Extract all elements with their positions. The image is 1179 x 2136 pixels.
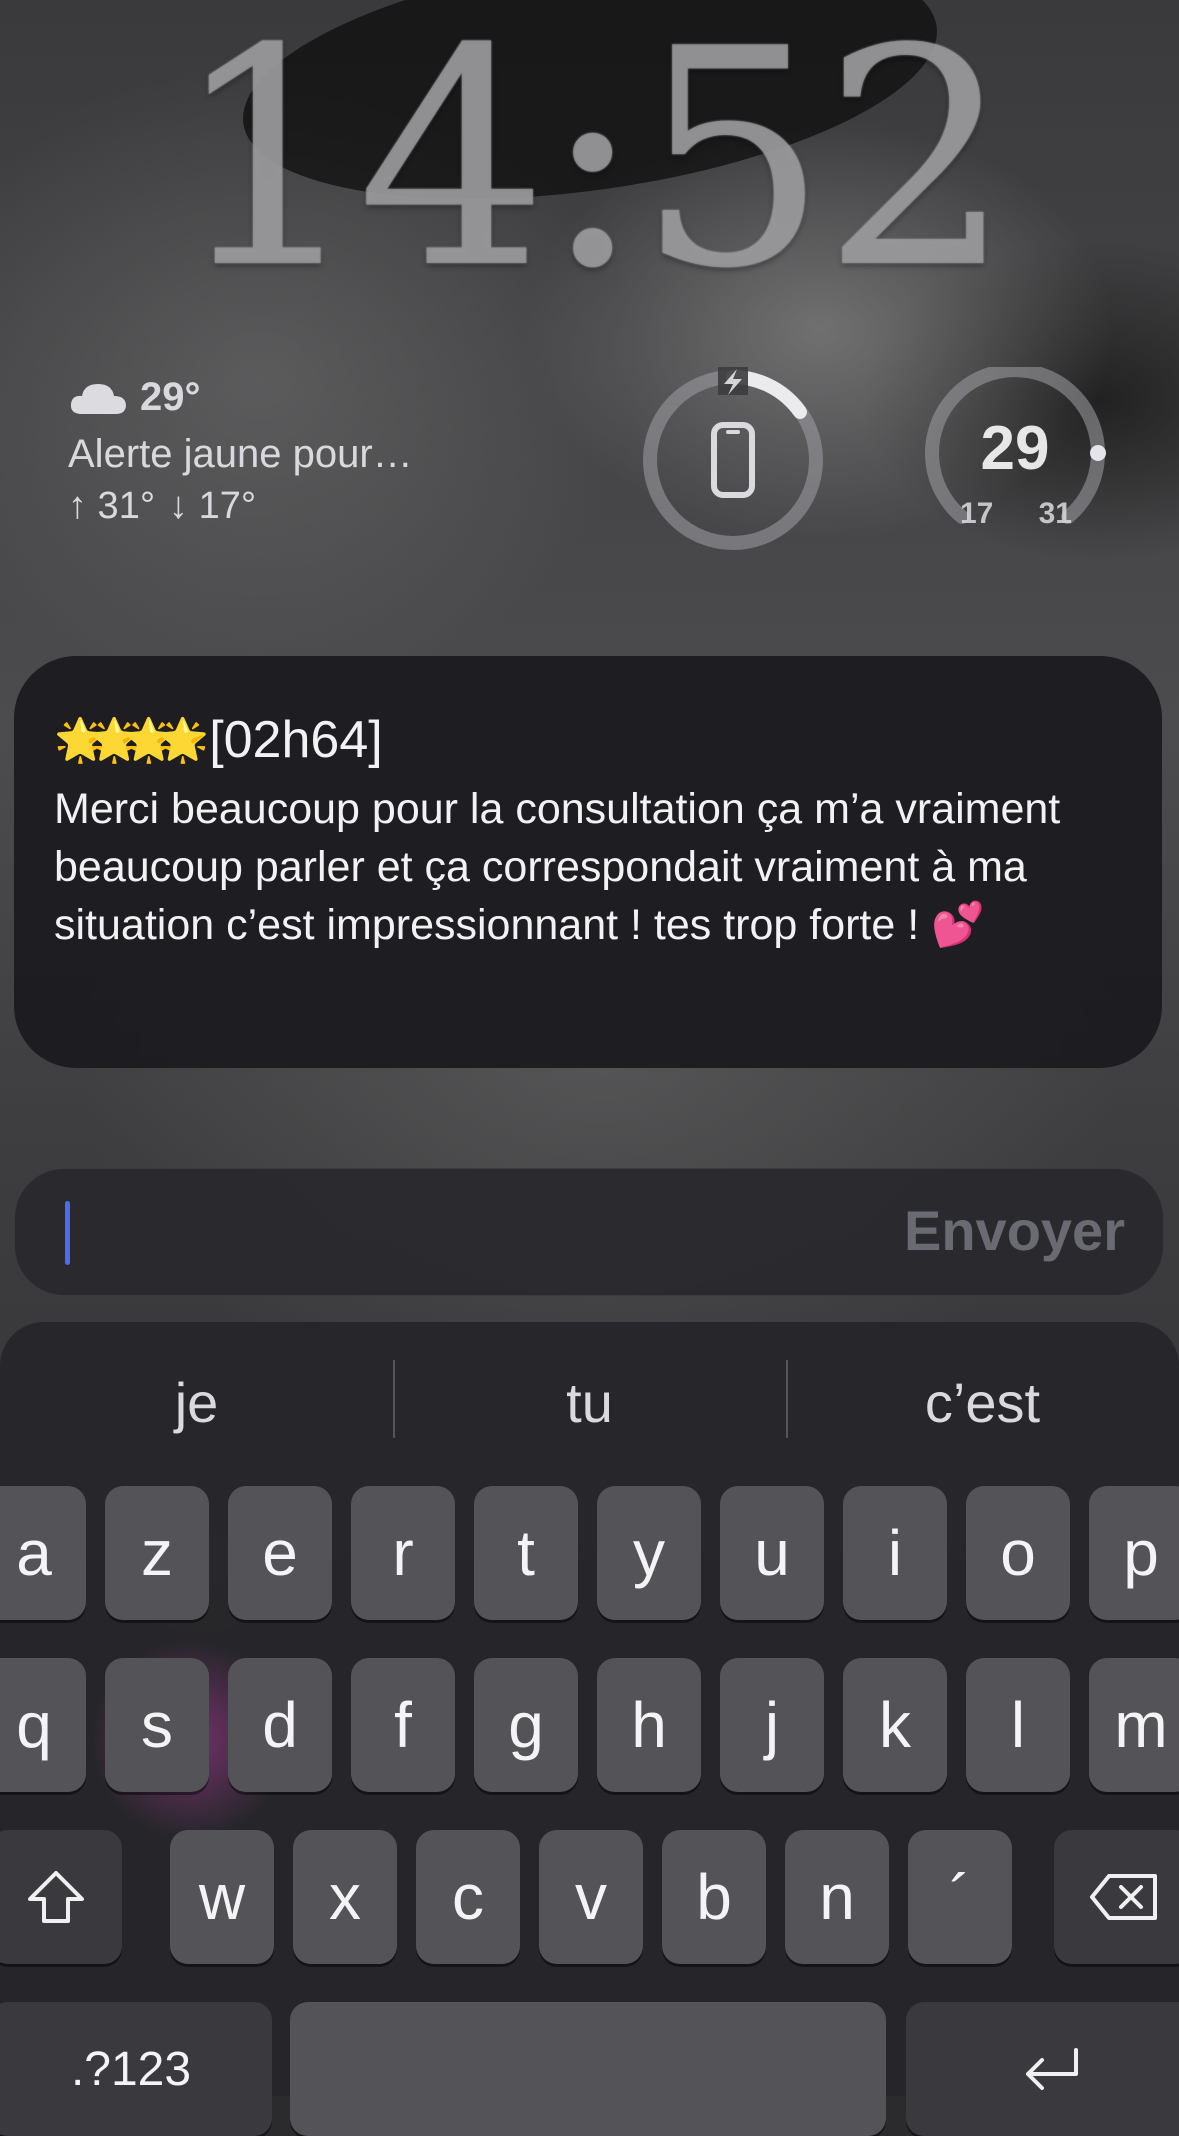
key-j[interactable]: j <box>720 1658 824 1792</box>
backspace-icon <box>1090 1874 1157 1920</box>
key-s[interactable]: s <box>105 1658 209 1792</box>
message-notification[interactable]: 🌟🌟🌟🌟 [02h64] Merci beaucoup pour la cons… <box>14 656 1162 1068</box>
key-c[interactable]: c <box>416 1830 520 1964</box>
numbers-key[interactable]: .?123 <box>0 2002 272 2136</box>
suggestion-2[interactable]: tu <box>393 1322 786 1482</box>
weather-temp: 29° <box>140 375 201 419</box>
key-i[interactable]: i <box>843 1486 947 1620</box>
return-key[interactable] <box>906 2002 1179 2136</box>
key-n[interactable]: n <box>785 1830 889 1964</box>
key-k[interactable]: k <box>843 1658 947 1792</box>
phone-icon <box>711 422 755 498</box>
key-w[interactable]: w <box>170 1830 274 1964</box>
bolt-icon <box>718 365 748 395</box>
reply-field[interactable]: Envoyer <box>14 1168 1164 1296</box>
key-accent[interactable]: ´ <box>908 1830 1012 1964</box>
key-l[interactable]: l <box>966 1658 1070 1792</box>
weather-high: ↑ 31° <box>68 485 156 527</box>
key-r[interactable]: r <box>351 1486 455 1620</box>
temp-max: 31 <box>1038 497 1072 530</box>
sender-name: [02h64] <box>209 711 383 769</box>
key-z[interactable]: z <box>105 1486 209 1620</box>
key-q[interactable]: q <box>0 1658 86 1792</box>
message-body: Merci beaucoup pour la consultation ça m… <box>54 785 1061 949</box>
battery-widget[interactable] <box>640 365 826 553</box>
key-d[interactable]: d <box>228 1658 332 1792</box>
temperature-gauge-widget[interactable]: 29 17 31 <box>922 367 1108 553</box>
temp-min: 17 <box>960 497 994 530</box>
key-x[interactable]: x <box>293 1830 397 1964</box>
space-key[interactable] <box>290 2002 886 2136</box>
key-u[interactable]: u <box>720 1486 824 1620</box>
key-m[interactable]: m <box>1089 1658 1179 1792</box>
key-y[interactable]: y <box>597 1486 701 1620</box>
key-o[interactable]: o <box>966 1486 1070 1620</box>
suggestion-3[interactable]: c’est <box>786 1322 1179 1482</box>
key-v[interactable]: v <box>539 1830 643 1964</box>
key-t[interactable]: t <box>474 1486 578 1620</box>
suggestion-1[interactable]: je <box>0 1322 393 1482</box>
key-b[interactable]: b <box>662 1830 766 1964</box>
key-p[interactable]: p <box>1089 1486 1179 1620</box>
weather-low: ↓ 17° <box>169 485 257 527</box>
weather-widget[interactable]: 29° Alerte jaune pour… ↑ 31° ↓ 17° <box>68 375 413 528</box>
weather-alert: Alerte jaune pour… <box>68 432 413 476</box>
key-e[interactable]: e <box>228 1486 332 1620</box>
key-h[interactable]: h <box>597 1658 701 1792</box>
cloud-icon <box>68 380 128 416</box>
return-icon <box>1026 2048 1078 2090</box>
key-g[interactable]: g <box>474 1658 578 1792</box>
sender-emoji: 🌟🌟🌟🌟 <box>54 715 209 763</box>
text-cursor <box>65 1201 70 1265</box>
key-a[interactable]: a <box>0 1486 86 1620</box>
temp-current: 29 <box>980 414 1050 483</box>
suggestion-bar: je tu c’est <box>0 1322 1179 1482</box>
key-f[interactable]: f <box>351 1658 455 1792</box>
shift-key[interactable] <box>0 1830 122 1964</box>
delete-key[interactable] <box>1054 1830 1179 1964</box>
shift-icon <box>28 1871 84 1923</box>
send-button[interactable]: Envoyer <box>898 1197 1131 1264</box>
lockscreen-clock: 14:52 <box>172 0 1013 334</box>
